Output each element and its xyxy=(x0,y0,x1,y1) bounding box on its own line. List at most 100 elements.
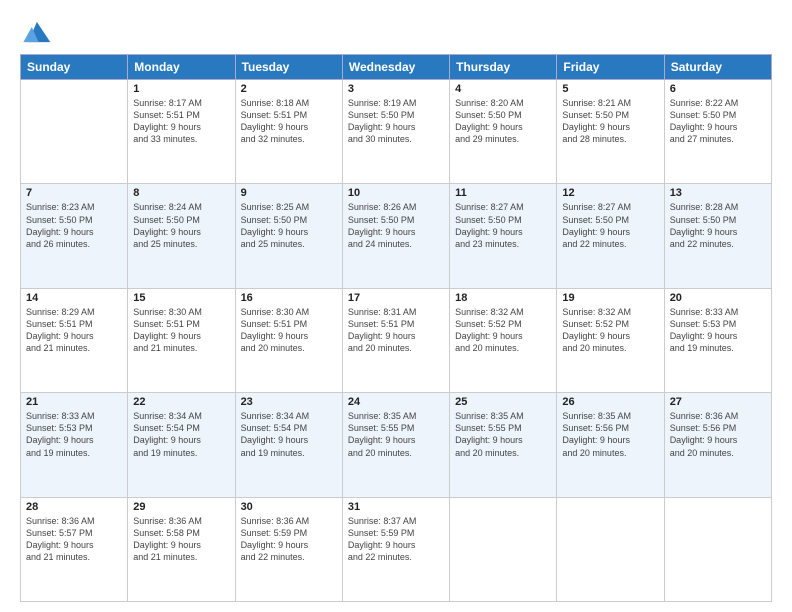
calendar-cell: 3Sunrise: 8:19 AM Sunset: 5:50 PM Daylig… xyxy=(342,80,449,184)
calendar-cell: 6 Sunrise: 8:22 AM Sunset: 5:50 PM Daylig… xyxy=(664,80,771,184)
calendar-cell: 12 Sunrise: 8:27 AM Sunset: 5:50 PM Dayli… xyxy=(557,184,664,288)
day-number: 9 xyxy=(241,187,337,199)
calendar-cell: 16Sunrise: 8:30 AM Sunset: 5:51 PM Dayli… xyxy=(235,288,342,392)
cell-info: Sunrise: 8:23 AM Sunset: 5:50 PM Dayligh… xyxy=(26,201,122,250)
cell-info: Sunrise: 8:35 AM Sunset: 5:56 PM Dayligh… xyxy=(562,410,658,459)
calendar-cell: 1 Sunrise: 8:17 AM Sunset: 5:51 PM Daylig… xyxy=(128,80,235,184)
calendar-cell: 14 Sunrise: 8:29 AM Sunset: 5:51 PM Dayli… xyxy=(21,288,128,392)
day-number: 19 xyxy=(562,292,658,304)
cell-info: Sunrise: 8:17 AM Sunset: 5:51 PM Dayligh… xyxy=(133,97,229,146)
day-number: 27 xyxy=(670,396,766,408)
calendar-cell: 24 Sunrise: 8:35 AM Sunset: 5:55 PM Dayli… xyxy=(342,393,449,497)
day-number: 2 xyxy=(241,83,337,95)
day-number: 18 xyxy=(455,292,551,304)
day-number: 15 xyxy=(133,292,229,304)
day-number: 28 xyxy=(26,501,122,513)
day-number: 1 xyxy=(133,83,229,95)
day-number: 17 xyxy=(348,292,444,304)
calendar-cell: 31 Sunrise: 8:37 AM Sunset: 5:59 PM Dayli… xyxy=(342,497,449,601)
day-number: 12 xyxy=(562,187,658,199)
day-number: 21 xyxy=(26,396,122,408)
day-number: 24 xyxy=(348,396,444,408)
cell-info: Sunrise: 8:32 AM Sunset: 5:52 PM Dayligh… xyxy=(562,306,658,355)
calendar-cell: 11Sunrise: 8:27 AM Sunset: 5:50 PM Dayli… xyxy=(450,184,557,288)
day-number: 23 xyxy=(241,396,337,408)
calendar-week-row: 1 Sunrise: 8:17 AM Sunset: 5:51 PM Daylig… xyxy=(21,80,772,184)
cell-info: Sunrise: 8:32 AM Sunset: 5:52 PM Dayligh… xyxy=(455,306,551,355)
calendar-cell xyxy=(557,497,664,601)
cell-info: Sunrise: 8:36 AM Sunset: 5:59 PM Dayligh… xyxy=(241,515,337,564)
calendar-cell: 25 Sunrise: 8:35 AM Sunset: 5:55 PM Dayli… xyxy=(450,393,557,497)
calendar-cell: 15 Sunrise: 8:30 AM Sunset: 5:51 PM Dayli… xyxy=(128,288,235,392)
day-number: 6 xyxy=(670,83,766,95)
cell-info: Sunrise: 8:33 AM Sunset: 5:53 PM Dayligh… xyxy=(26,410,122,459)
calendar-cell: 10 Sunrise: 8:26 AM Sunset: 5:50 PM Dayli… xyxy=(342,184,449,288)
cell-info: Sunrise: 8:27 AM Sunset: 5:50 PM Dayligh… xyxy=(455,201,551,250)
calendar-cell: 23 Sunrise: 8:34 AM Sunset: 5:54 PM Dayli… xyxy=(235,393,342,497)
cell-info: Sunrise: 8:28 AM Sunset: 5:50 PM Dayligh… xyxy=(670,201,766,250)
day-number: 8 xyxy=(133,187,229,199)
cell-info: Sunrise: 8:22 AM Sunset: 5:50 PM Dayligh… xyxy=(670,97,766,146)
day-number: 20 xyxy=(670,292,766,304)
day-header-tuesday: Tuesday xyxy=(235,55,342,80)
day-number: 30 xyxy=(241,501,337,513)
day-number: 16 xyxy=(241,292,337,304)
cell-info: Sunrise: 8:26 AM Sunset: 5:50 PM Dayligh… xyxy=(348,201,444,250)
logo xyxy=(20,18,56,46)
day-header-thursday: Thursday xyxy=(450,55,557,80)
cell-info: Sunrise: 8:27 AM Sunset: 5:50 PM Dayligh… xyxy=(562,201,658,250)
day-number: 22 xyxy=(133,396,229,408)
calendar-cell: 18 Sunrise: 8:32 AM Sunset: 5:52 PM Dayli… xyxy=(450,288,557,392)
day-number: 31 xyxy=(348,501,444,513)
day-header-saturday: Saturday xyxy=(664,55,771,80)
calendar-week-row: 14 Sunrise: 8:29 AM Sunset: 5:51 PM Dayli… xyxy=(21,288,772,392)
cell-info: Sunrise: 8:20 AM Sunset: 5:50 PM Dayligh… xyxy=(455,97,551,146)
cell-info: Sunrise: 8:33 AM Sunset: 5:53 PM Dayligh… xyxy=(670,306,766,355)
calendar-cell: 8 Sunrise: 8:24 AM Sunset: 5:50 PM Daylig… xyxy=(128,184,235,288)
header xyxy=(20,18,772,46)
calendar-week-row: 21 Sunrise: 8:33 AM Sunset: 5:53 PM Dayli… xyxy=(21,393,772,497)
day-number: 13 xyxy=(670,187,766,199)
calendar-cell: 5Sunrise: 8:21 AM Sunset: 5:50 PM Daylig… xyxy=(557,80,664,184)
cell-info: Sunrise: 8:35 AM Sunset: 5:55 PM Dayligh… xyxy=(348,410,444,459)
day-number: 10 xyxy=(348,187,444,199)
calendar-week-row: 7 Sunrise: 8:23 AM Sunset: 5:50 PM Daylig… xyxy=(21,184,772,288)
day-number: 25 xyxy=(455,396,551,408)
calendar-cell: 29 Sunrise: 8:36 AM Sunset: 5:58 PM Dayli… xyxy=(128,497,235,601)
cell-info: Sunrise: 8:18 AM Sunset: 5:51 PM Dayligh… xyxy=(241,97,337,146)
calendar-cell: 13 Sunrise: 8:28 AM Sunset: 5:50 PM Dayli… xyxy=(664,184,771,288)
calendar-cell xyxy=(664,497,771,601)
calendar-cell xyxy=(450,497,557,601)
day-number: 7 xyxy=(26,187,122,199)
cell-info: Sunrise: 8:29 AM Sunset: 5:51 PM Dayligh… xyxy=(26,306,122,355)
day-number: 29 xyxy=(133,501,229,513)
cell-info: Sunrise: 8:36 AM Sunset: 5:56 PM Dayligh… xyxy=(670,410,766,459)
logo-icon xyxy=(20,18,52,46)
cell-info: Sunrise: 8:24 AM Sunset: 5:50 PM Dayligh… xyxy=(133,201,229,250)
calendar-cell: 17 Sunrise: 8:31 AM Sunset: 5:51 PM Dayli… xyxy=(342,288,449,392)
calendar-cell: 27 Sunrise: 8:36 AM Sunset: 5:56 PM Dayli… xyxy=(664,393,771,497)
day-number: 3 xyxy=(348,83,444,95)
cell-info: Sunrise: 8:34 AM Sunset: 5:54 PM Dayligh… xyxy=(133,410,229,459)
cell-info: Sunrise: 8:36 AM Sunset: 5:58 PM Dayligh… xyxy=(133,515,229,564)
day-number: 5 xyxy=(562,83,658,95)
cell-info: Sunrise: 8:35 AM Sunset: 5:55 PM Dayligh… xyxy=(455,410,551,459)
calendar-cell: 30 Sunrise: 8:36 AM Sunset: 5:59 PM Dayli… xyxy=(235,497,342,601)
calendar-table: SundayMondayTuesdayWednesdayThursdayFrid… xyxy=(20,54,772,602)
calendar-cell: 20 Sunrise: 8:33 AM Sunset: 5:53 PM Dayli… xyxy=(664,288,771,392)
cell-info: Sunrise: 8:25 AM Sunset: 5:50 PM Dayligh… xyxy=(241,201,337,250)
day-number: 14 xyxy=(26,292,122,304)
calendar-cell: 2 Sunrise: 8:18 AM Sunset: 5:51 PM Daylig… xyxy=(235,80,342,184)
cell-info: Sunrise: 8:31 AM Sunset: 5:51 PM Dayligh… xyxy=(348,306,444,355)
cell-info: Sunrise: 8:36 AM Sunset: 5:57 PM Dayligh… xyxy=(26,515,122,564)
calendar-cell xyxy=(21,80,128,184)
calendar-week-row: 28 Sunrise: 8:36 AM Sunset: 5:57 PM Dayli… xyxy=(21,497,772,601)
calendar-cell: 26Sunrise: 8:35 AM Sunset: 5:56 PM Dayli… xyxy=(557,393,664,497)
cell-info: Sunrise: 8:34 AM Sunset: 5:54 PM Dayligh… xyxy=(241,410,337,459)
calendar-cell: 9 Sunrise: 8:25 AM Sunset: 5:50 PM Daylig… xyxy=(235,184,342,288)
day-header-friday: Friday xyxy=(557,55,664,80)
cell-info: Sunrise: 8:37 AM Sunset: 5:59 PM Dayligh… xyxy=(348,515,444,564)
calendar-cell: 4Sunrise: 8:20 AM Sunset: 5:50 PM Daylig… xyxy=(450,80,557,184)
day-header-wednesday: Wednesday xyxy=(342,55,449,80)
cell-info: Sunrise: 8:30 AM Sunset: 5:51 PM Dayligh… xyxy=(133,306,229,355)
